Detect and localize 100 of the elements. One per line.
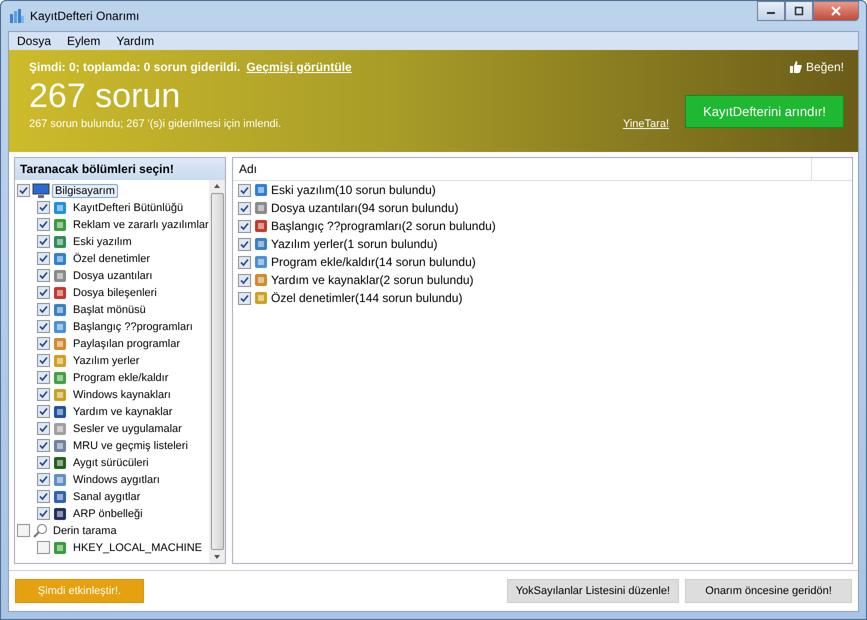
rescan-link[interactable]: YineTara! bbox=[622, 118, 669, 130]
magnifier-icon bbox=[32, 522, 48, 538]
column-header[interactable]: Adı bbox=[233, 158, 812, 180]
result-item[interactable]: Yardım ve kaynaklar(2 sorun bulundu) bbox=[271, 273, 474, 287]
section-icon bbox=[253, 236, 269, 252]
checkbox[interactable] bbox=[238, 256, 251, 268]
section-icon bbox=[52, 506, 68, 522]
menu-item[interactable]: Eylem bbox=[61, 34, 106, 48]
checkbox[interactable] bbox=[37, 456, 50, 469]
tree-item[interactable]: Başlangıç ??programları bbox=[70, 320, 196, 334]
checkbox[interactable] bbox=[37, 218, 50, 231]
section-icon bbox=[52, 318, 68, 334]
restore-button[interactable]: Onarım öncesine geridön! bbox=[685, 579, 852, 603]
app-icon bbox=[10, 9, 24, 23]
checkbox[interactable] bbox=[37, 286, 50, 299]
tree-item[interactable]: Dosya bileşenleri bbox=[70, 286, 160, 300]
checkbox[interactable] bbox=[17, 524, 30, 537]
section-icon bbox=[52, 216, 68, 232]
scroll-up-icon[interactable] bbox=[213, 183, 221, 189]
section-icon bbox=[52, 404, 68, 420]
section-icon bbox=[52, 472, 68, 488]
tree-item[interactable]: Dosya uzantıları bbox=[70, 268, 156, 282]
section-icon bbox=[52, 488, 68, 504]
checkbox[interactable] bbox=[37, 337, 50, 350]
tree-item[interactable]: Başlat mönüsü bbox=[70, 302, 149, 316]
checkbox[interactable] bbox=[238, 274, 251, 286]
result-item[interactable]: Başlangıç ??programları(2 sorun bulundu) bbox=[271, 219, 496, 233]
checkbox[interactable] bbox=[37, 269, 50, 282]
checkbox[interactable] bbox=[37, 235, 50, 248]
menu-item[interactable]: Dosya bbox=[11, 34, 58, 48]
section-icon bbox=[52, 234, 68, 250]
checkbox[interactable] bbox=[37, 252, 50, 265]
ignore-list-button[interactable]: YokSayılanlar Listesini düzenle! bbox=[506, 579, 679, 603]
tree-item[interactable]: ARP önbelleği bbox=[70, 506, 146, 520]
section-icon bbox=[52, 284, 68, 300]
tree-item[interactable]: Sesler ve uygulamalar bbox=[70, 422, 185, 436]
checkbox[interactable] bbox=[37, 507, 50, 520]
tree-item[interactable]: Yardım ve kaynaklar bbox=[70, 404, 176, 418]
tree-item[interactable]: Reklam ve zararlı yazılımlar bbox=[70, 218, 209, 232]
tree-item[interactable]: Paylaşılan programlar bbox=[70, 336, 183, 350]
status-text: Şimdi: 0; toplamda: 0 sorun giderildi. bbox=[29, 60, 240, 74]
section-icon bbox=[253, 254, 269, 270]
tree-item[interactable]: Program ekle/kaldır bbox=[70, 370, 172, 384]
result-item[interactable]: Özel denetimler(144 sorun bulundu) bbox=[271, 291, 462, 305]
checkbox[interactable] bbox=[37, 320, 50, 333]
section-icon bbox=[52, 454, 68, 470]
tree-item[interactable]: Eski yazılım bbox=[70, 234, 135, 248]
checkbox[interactable] bbox=[37, 201, 50, 214]
thumbs-up-icon bbox=[790, 61, 802, 73]
like-button[interactable]: Beğen! bbox=[790, 60, 844, 74]
checkbox[interactable] bbox=[37, 473, 50, 486]
checkbox[interactable] bbox=[37, 388, 50, 401]
checkbox[interactable] bbox=[37, 490, 50, 503]
scroll-down-icon[interactable] bbox=[213, 554, 221, 560]
minimize-button[interactable] bbox=[757, 1, 785, 21]
close-icon bbox=[830, 6, 842, 16]
checkbox[interactable] bbox=[238, 238, 251, 250]
tree-item[interactable]: Windows aygıtları bbox=[70, 472, 163, 486]
maximize-icon bbox=[794, 6, 804, 16]
checkbox[interactable] bbox=[238, 202, 251, 214]
computer-icon bbox=[32, 182, 50, 198]
tree-item[interactable]: Yazılım yerler bbox=[70, 354, 142, 368]
section-icon bbox=[253, 290, 269, 306]
checkbox[interactable] bbox=[238, 292, 251, 304]
checkbox[interactable] bbox=[37, 354, 50, 367]
result-item[interactable]: Dosya uzantıları(94 sorun bulundu) bbox=[271, 201, 458, 215]
checkbox[interactable] bbox=[238, 220, 251, 232]
checkbox[interactable] bbox=[37, 405, 50, 418]
result-item[interactable]: Yazılım yerler(1 sorun bulundu) bbox=[271, 237, 438, 251]
result-item[interactable]: Program ekle/kaldır(14 sorun bulundu) bbox=[271, 255, 476, 269]
section-icon bbox=[253, 200, 269, 216]
tree-item[interactable]: Özel denetimler bbox=[70, 252, 154, 266]
close-button[interactable] bbox=[813, 1, 859, 21]
window-title: KayıtDefteri Onarımı bbox=[30, 9, 140, 23]
tree-item[interactable]: Windows kaynakları bbox=[70, 388, 174, 402]
section-icon bbox=[52, 200, 68, 216]
maximize-button[interactable] bbox=[785, 1, 813, 21]
section-icon bbox=[253, 218, 269, 234]
tree-item[interactable]: Sanal aygıtlar bbox=[70, 490, 144, 504]
tree-item[interactable]: Bilgisayarım bbox=[52, 184, 118, 198]
checkbox[interactable] bbox=[37, 541, 50, 554]
tree-item[interactable]: Derin tarama bbox=[50, 524, 120, 538]
checkbox[interactable] bbox=[37, 439, 50, 452]
section-icon bbox=[52, 386, 68, 402]
result-item[interactable]: Eski yazılım(10 sorun bulundu) bbox=[271, 183, 436, 197]
checkbox[interactable] bbox=[238, 184, 251, 196]
summary-text: 267 sorun bulundu; 267 '(s)i giderilmesi için imlendi. bbox=[29, 118, 282, 130]
checkbox[interactable] bbox=[37, 371, 50, 384]
checkbox[interactable] bbox=[37, 303, 50, 316]
section-icon bbox=[253, 272, 269, 288]
section-icon bbox=[52, 370, 68, 386]
checkbox[interactable] bbox=[37, 422, 50, 435]
tree-item[interactable]: HKEY_LOCAL_MACHINE bbox=[70, 540, 205, 554]
checkbox[interactable] bbox=[17, 184, 30, 197]
tree-item[interactable]: KayıtDefteri Bütünlüğü bbox=[70, 200, 186, 214]
tree-item[interactable]: Aygıt sürücüleri bbox=[70, 456, 152, 470]
menu-item[interactable]: Yardım bbox=[110, 34, 160, 48]
section-icon bbox=[52, 438, 68, 454]
tree-item[interactable]: MRU ve geçmiş listeleri bbox=[70, 438, 191, 452]
scrollbar[interactable] bbox=[209, 180, 225, 563]
